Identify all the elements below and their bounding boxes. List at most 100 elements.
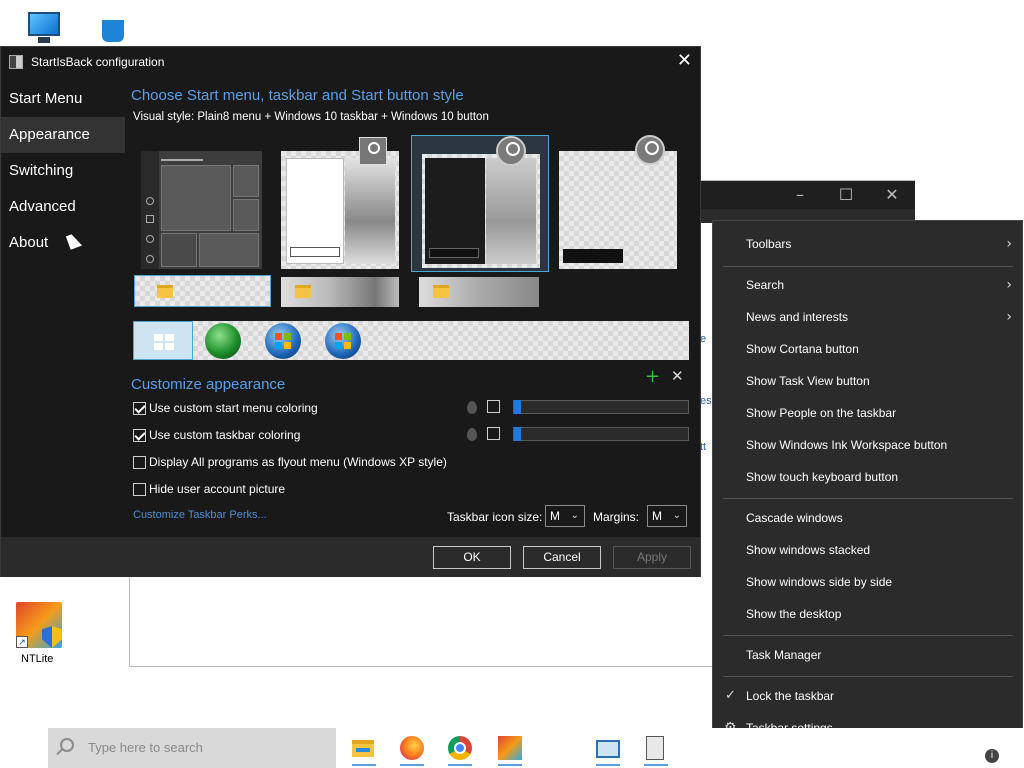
menu-separator [723,676,1013,677]
customize-taskbar-perks-link[interactable]: Customize Taskbar Perks... [133,509,267,521]
document-taskbar-icon[interactable] [640,732,672,766]
menu-item-label: Show the desktop [746,607,842,621]
option-custom-taskbar-coloring[interactable]: Use custom taskbar coloring [133,428,300,442]
minimize-icon[interactable]: – [785,185,815,205]
opacity-slider[interactable] [513,427,689,441]
menu-item-show-task-view[interactable]: Show Task View button [713,366,1022,396]
sidebar: Start Menu Appearance Switching Advanced… [1,81,125,261]
chevron-right-icon: › [1006,236,1012,252]
taskbar: Type here to search i [0,728,1024,768]
checkbox[interactable] [133,482,146,496]
ok-button[interactable]: OK [433,546,511,569]
chrome-taskbar-icon[interactable] [444,732,476,766]
margins-select[interactable]: M ⌄ [647,505,687,527]
menu-item-show-touch-keyboard[interactable]: Show touch keyboard button [713,462,1022,492]
taskbar-style-option[interactable] [419,277,539,307]
ntlite-taskbar-icon[interactable] [494,732,526,766]
ntlite-icon[interactable]: ↗ [16,602,62,648]
background-text-fragment: es [700,395,712,407]
start-menu-style-option-selected[interactable] [411,135,549,272]
taskbar-style-option-selected[interactable] [134,275,271,307]
color-drop-icon[interactable] [467,428,477,441]
slider-thumb[interactable] [514,427,521,441]
style-heading: Choose Start menu, taskbar and Start but… [131,87,464,104]
search-icon [60,738,74,752]
firefox-taskbar-icon[interactable] [396,732,428,766]
menu-item-show-ink-workspace[interactable]: Show Windows Ink Workspace button [713,430,1022,460]
start-menu-style-option[interactable] [281,137,399,269]
menu-item-label: Search [746,278,785,292]
menu-item-label: Show Windows Ink Workspace button [746,438,948,452]
start-menu-style-option[interactable] [141,151,262,269]
option-label: Hide user account picture [149,482,286,496]
select-value: M [652,509,662,523]
startisback-dialog: StartIsBack configuration ✕ Start Menu A… [0,46,701,577]
cancel-button[interactable]: Cancel [523,546,601,569]
menu-item-cascade-windows[interactable]: Cascade windows [713,503,1022,533]
dialog-titlebar: StartIsBack configuration ✕ [1,47,700,77]
clover-button-option[interactable] [205,323,241,359]
sidebar-item-switching[interactable]: Switching [1,153,125,189]
option-flyout-all-programs[interactable]: Display All programs as flyout menu (Win… [133,455,447,469]
maximize-icon[interactable]: ☐ [831,185,861,205]
color-swatch[interactable] [487,427,500,440]
start-button-style-row [133,321,689,360]
option-label: Display All programs as flyout menu (Win… [149,455,447,469]
slider-thumb[interactable] [514,400,521,414]
sidebar-item-about[interactable]: About [1,225,125,261]
menu-item-label: Show windows stacked [746,543,871,557]
menu-item-windows-stacked[interactable]: Show windows stacked [713,535,1022,565]
chevron-right-icon: › [1006,309,1012,325]
taskbar-icon-size-select[interactable]: M ⌄ [545,505,585,527]
menu-item-show-desktop[interactable]: Show the desktop [713,599,1022,629]
chevron-right-icon: › [1006,277,1012,293]
color-drop-icon[interactable] [467,401,477,414]
sidebar-item-start-menu[interactable]: Start Menu [1,81,125,117]
checkbox[interactable] [133,428,146,442]
windows10-button-option-selected[interactable] [133,321,193,360]
sidebar-item-appearance[interactable]: Appearance [1,117,125,153]
menu-item-windows-side-by-side[interactable]: Show windows side by side [713,567,1022,597]
option-hide-user-picture[interactable]: Hide user account picture [133,482,285,496]
windows-vista-button-option[interactable] [325,323,361,359]
option-label: Use custom start menu coloring [149,401,318,415]
add-icon[interactable]: + [645,366,660,387]
opacity-slider[interactable] [513,400,689,414]
menu-item-show-people[interactable]: Show People on the taskbar [713,398,1022,428]
option-label: Use custom taskbar coloring [149,428,301,442]
this-pc-icon[interactable] [28,10,62,46]
menu-item-label: Task Manager [746,648,822,662]
remove-icon[interactable]: ✕ [671,367,684,385]
checkbox[interactable] [133,401,146,415]
file-explorer-taskbar-icon[interactable] [348,732,380,766]
taskbar-context-menu: Toolbars › Search › News and interests › Sh… [712,220,1023,752]
taskbar-style-option[interactable] [281,277,399,307]
search-box[interactable]: Type here to search [48,728,336,768]
windows7-button-option[interactable] [265,323,301,359]
checkbox[interactable] [133,455,146,469]
sidebar-item-advanced[interactable]: Advanced [1,189,125,225]
control-panel-taskbar-icon[interactable] [592,732,624,766]
chevron-down-icon: ⌄ [570,510,579,521]
menu-item-search[interactable]: Search › [713,270,1022,300]
menu-item-show-cortana[interactable]: Show Cortana button [713,334,1022,364]
checkmark-icon: ✓ [725,688,736,703]
menu-item-label: Show touch keyboard button [746,470,899,484]
info-icon[interactable]: i [985,749,999,763]
menu-item-label: Show windows side by side [746,575,893,589]
close-icon[interactable]: ✕ [877,185,907,205]
search-placeholder: Type here to search [88,740,203,755]
start-menu-style-option[interactable] [559,135,677,269]
menu-item-toolbars[interactable]: Toolbars › [713,229,1022,259]
close-icon[interactable]: ✕ [677,52,692,70]
menu-separator [723,635,1013,636]
recycle-bin-icon[interactable] [102,20,124,42]
menu-item-task-manager[interactable]: Task Manager [713,640,1022,670]
apply-button[interactable]: Apply [613,546,691,569]
option-custom-start-menu-coloring[interactable]: Use custom start menu coloring [133,401,318,415]
menu-item-label: Show Cortana button [746,342,859,356]
menu-item-news-and-interests[interactable]: News and interests › [713,302,1022,332]
color-swatch[interactable] [487,400,500,413]
customize-heading: Customize appearance [131,376,286,393]
menu-item-lock-taskbar[interactable]: ✓ Lock the taskbar [713,681,1022,711]
